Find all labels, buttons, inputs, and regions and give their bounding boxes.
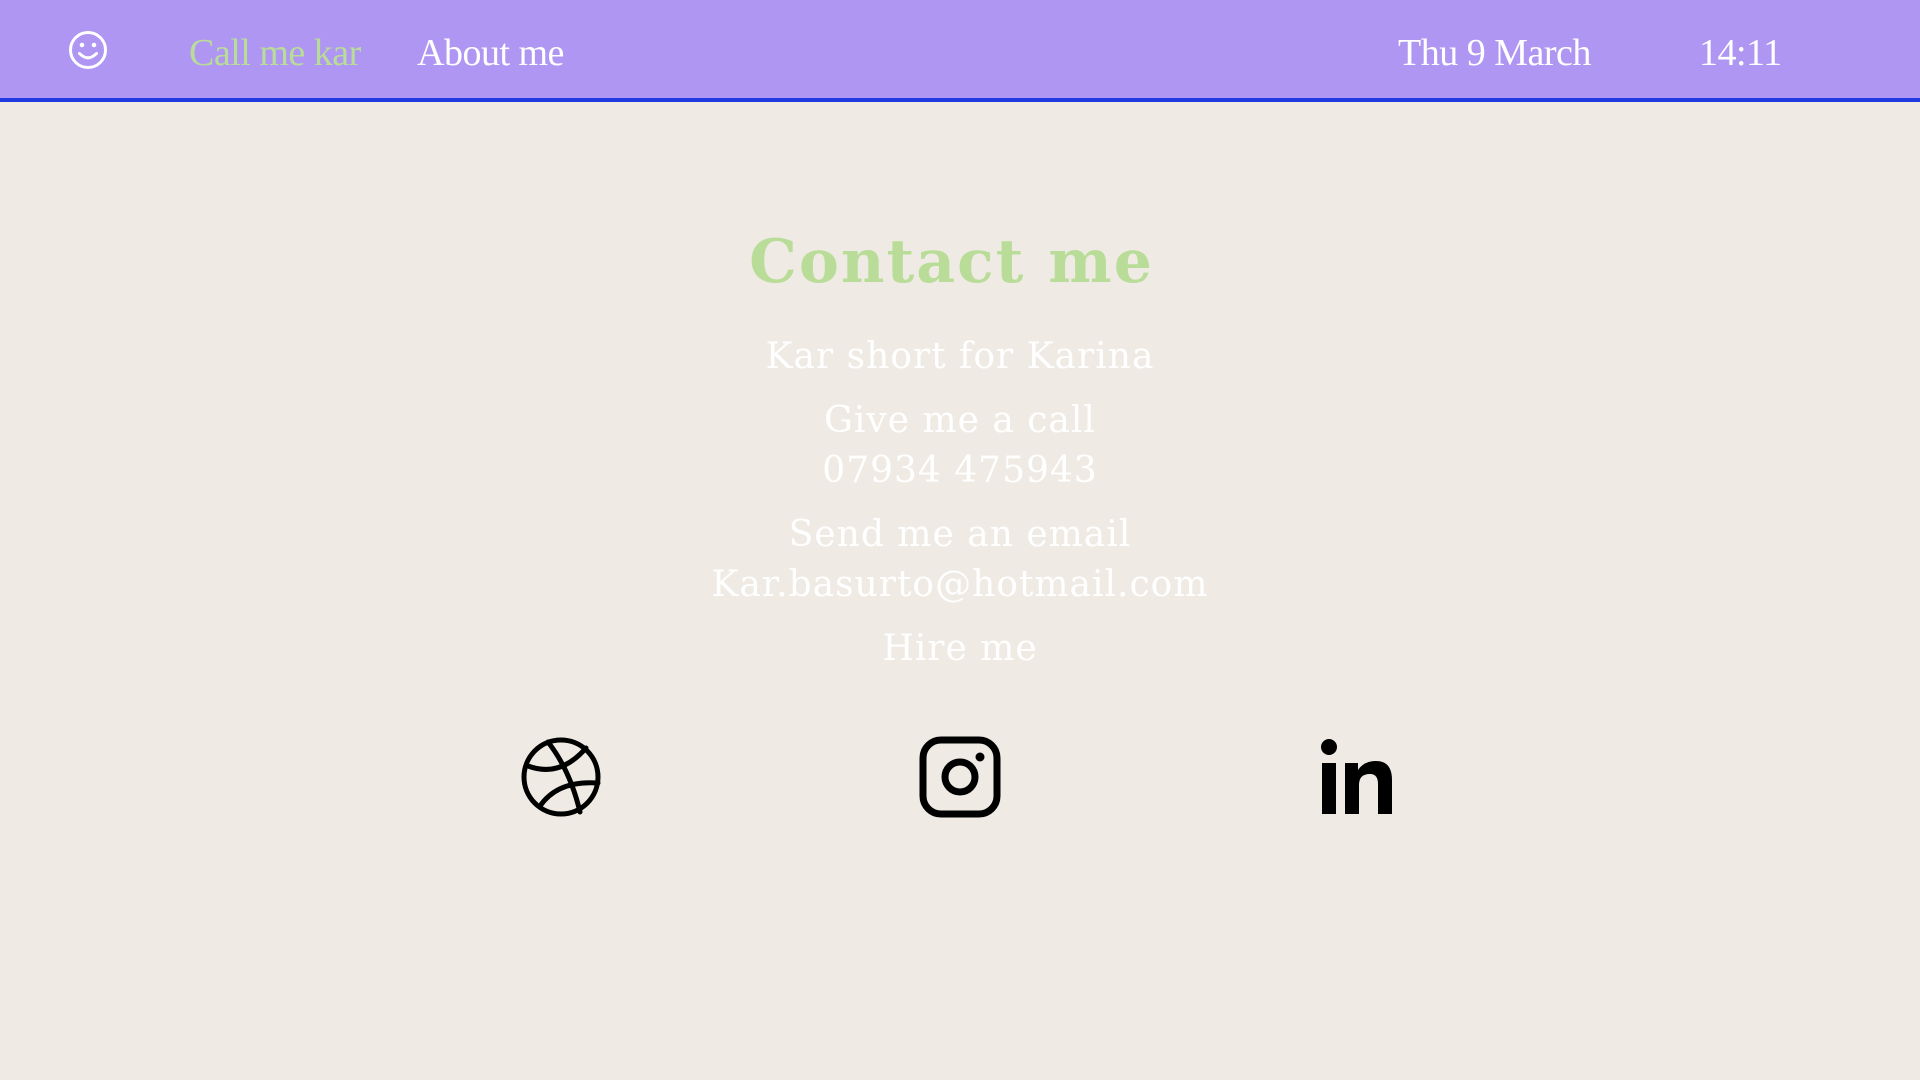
call-label: Give me a call <box>824 400 1096 441</box>
dribbble-icon[interactable] <box>520 736 602 818</box>
hire-me-link[interactable]: Hire me <box>0 624 1920 674</box>
top-bar: Call me kar About me Thu 9 March 14:11 <box>0 0 1920 102</box>
date-display: Thu 9 March <box>1398 32 1591 74</box>
linkedin-icon[interactable] <box>1318 736 1400 818</box>
nav-link-home[interactable]: Call me kar <box>189 28 361 78</box>
instagram-icon[interactable] <box>919 736 1001 818</box>
name-line: Kar short for Karina <box>765 336 1155 377</box>
page-title: Contact me <box>749 227 1154 297</box>
time-display: 14:11 <box>1699 32 1782 74</box>
email-label: Send me an email <box>788 514 1132 555</box>
email-address[interactable]: Kar.basurto@hotmail.com <box>0 560 1920 610</box>
smiley-icon[interactable] <box>68 30 108 70</box>
nav-link-about[interactable]: About me <box>417 28 564 78</box>
phone-number[interactable]: 07934 475943 <box>0 446 1920 496</box>
